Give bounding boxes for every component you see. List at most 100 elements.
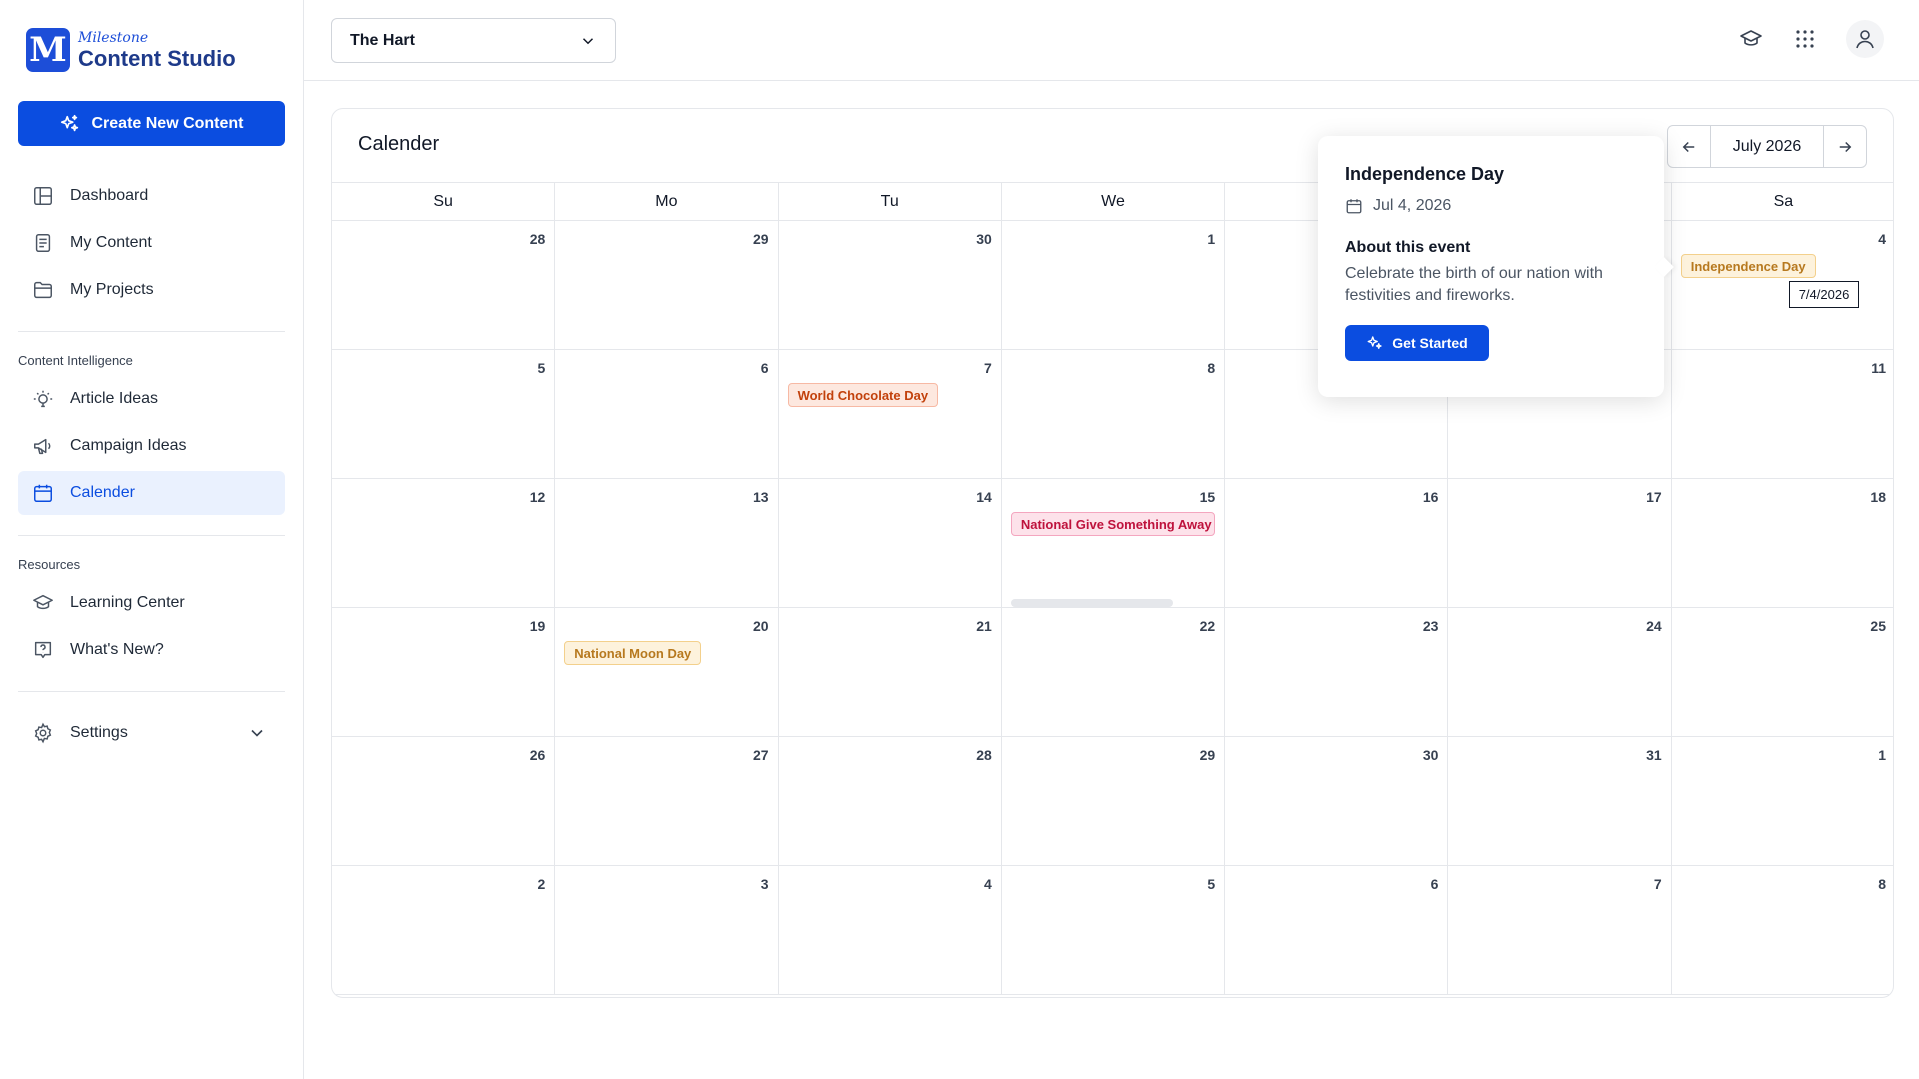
day-number: 5: [1207, 876, 1216, 892]
day-cell[interactable]: 14: [778, 479, 1002, 608]
sidebar-item-settings[interactable]: Settings: [18, 711, 285, 755]
arrow-right-icon: [1839, 141, 1852, 152]
day-cell[interactable]: 15 National Give Something Away Day: [1001, 479, 1226, 608]
day-cell[interactable]: 21: [778, 608, 1002, 737]
day-number: 1: [1207, 231, 1216, 247]
sidebar-item-learning-center[interactable]: Learning Center: [18, 581, 285, 625]
create-new-content-button[interactable]: Create New Content: [18, 101, 285, 146]
day-cell[interactable]: 28: [332, 221, 556, 350]
day-number: 18: [1870, 489, 1886, 505]
day-number: 31: [1646, 747, 1662, 763]
megaphone-icon: [32, 435, 54, 457]
day-cell[interactable]: 17: [1448, 479, 1672, 608]
day-cell[interactable]: 24: [1448, 608, 1672, 737]
sidebar-item-label: Learning Center: [70, 594, 185, 611]
day-cell[interactable]: 6: [1225, 866, 1449, 995]
day-cell[interactable]: 20 National Moon Day: [555, 608, 779, 737]
day-cell[interactable]: 18: [1671, 479, 1893, 608]
sidebar-item-label: My Content: [70, 234, 152, 251]
day-cell[interactable]: 4 Independence Day 7/4/2026: [1671, 221, 1893, 350]
learning-center-button[interactable]: [1732, 20, 1770, 58]
sidebar-item-calender[interactable]: Calender: [18, 471, 285, 515]
day-number: 29: [752, 231, 769, 247]
current-month-label: July 2026: [1710, 126, 1824, 167]
day-cell[interactable]: 2: [332, 866, 556, 995]
day-cell[interactable]: 25: [1671, 608, 1893, 737]
day-cell[interactable]: 13: [555, 479, 779, 608]
day-number: 6: [760, 360, 769, 376]
day-cell[interactable]: 11: [1671, 350, 1893, 479]
day-number: 14: [976, 489, 992, 505]
day-cell[interactable]: 8: [1671, 866, 1893, 995]
day-cell[interactable]: 7: [1448, 866, 1672, 995]
calendar-icon: [1346, 199, 1362, 214]
day-cell[interactable]: 6: [555, 350, 779, 479]
event-independence-day[interactable]: Independence Day: [1680, 254, 1816, 278]
day-number: 11: [1871, 360, 1886, 376]
weekday-header: Su: [332, 183, 556, 220]
popover-about-heading: About this event: [1345, 239, 1471, 256]
day-number: 22: [1199, 618, 1216, 634]
sidebar: M Milestone Content Studio Create New Co…: [0, 0, 304, 1079]
popover-title: Independence Day: [1345, 164, 1505, 184]
chevron-down-icon[interactable]: [247, 723, 267, 743]
day-cell[interactable]: 5: [1001, 866, 1226, 995]
day-number: 16: [1422, 489, 1439, 505]
day-cell[interactable]: 4: [778, 866, 1002, 995]
day-number: 28: [529, 231, 546, 247]
day-number: 4: [1878, 231, 1886, 247]
day-cell[interactable]: 23: [1225, 608, 1449, 737]
gear-icon: [32, 722, 54, 744]
site-selector-value: The Hart: [350, 31, 415, 49]
day-cell[interactable]: 1: [1001, 221, 1226, 350]
weekday-header: We: [1002, 183, 1226, 220]
help-icon: [32, 639, 54, 661]
weekday-header: Tu: [779, 183, 1002, 220]
day-cell[interactable]: 27: [555, 737, 779, 866]
day-cell[interactable]: 12: [332, 479, 556, 608]
day-cell[interactable]: 22: [1001, 608, 1226, 737]
day-cell[interactable]: 7 World Chocolate Day: [778, 350, 1002, 479]
sidebar-item-campaign-ideas[interactable]: Campaign Ideas: [18, 424, 285, 468]
event-national-moon-day[interactable]: National Moon Day: [564, 641, 702, 665]
sidebar-item-article-ideas[interactable]: Article Ideas: [18, 377, 285, 421]
user-avatar[interactable]: [1846, 20, 1884, 58]
day-cell[interactable]: 31: [1448, 737, 1672, 866]
event-world-chocolate-day[interactable]: World Chocolate Day: [787, 383, 939, 407]
sidebar-divider: [18, 691, 285, 692]
chevron-down-icon: [582, 38, 594, 45]
day-number: 25: [1870, 618, 1886, 634]
day-cell[interactable]: 8: [1001, 350, 1226, 479]
next-month-button[interactable]: [1824, 126, 1866, 167]
day-cell[interactable]: 16: [1225, 479, 1449, 608]
site-selector[interactable]: The Hart: [331, 18, 616, 63]
horizontal-scrollbar[interactable]: [1010, 599, 1173, 607]
logo-subtitle: Milestone: [78, 29, 149, 46]
day-cell[interactable]: 28: [778, 737, 1002, 866]
event-national-give-something-away-day[interactable]: National Give Something Away Day: [1010, 512, 1215, 536]
day-number: 12: [529, 489, 546, 505]
day-cell[interactable]: 26: [332, 737, 556, 866]
day-number: 19: [529, 618, 546, 634]
get-started-button[interactable]: Get Started: [1345, 325, 1489, 361]
day-cell[interactable]: 1: [1671, 737, 1893, 866]
day-cell[interactable]: 30: [778, 221, 1002, 350]
day-number: 13: [752, 489, 769, 505]
day-cell[interactable]: 29: [555, 221, 779, 350]
app-logo[interactable]: M Milestone Content Studio: [26, 28, 236, 72]
create-button-label: Create New Content: [91, 114, 244, 132]
popover-description: Celebrate the birth of our nation with f…: [1345, 265, 1603, 304]
day-cell[interactable]: 19: [332, 608, 556, 737]
prev-month-button[interactable]: [1668, 126, 1710, 167]
day-cell[interactable]: 30: [1225, 737, 1449, 866]
day-cell[interactable]: 5: [332, 350, 556, 479]
day-cell[interactable]: 29: [1001, 737, 1226, 866]
day-number: 2: [537, 876, 546, 892]
day-number: 15: [1199, 489, 1216, 505]
sidebar-item-dashboard[interactable]: Dashboard: [18, 174, 285, 218]
sidebar-item-my-projects[interactable]: My Projects: [18, 268, 285, 312]
sidebar-item-my-content[interactable]: My Content: [18, 221, 285, 265]
apps-menu-button[interactable]: [1786, 20, 1824, 58]
day-cell[interactable]: 3: [555, 866, 779, 995]
sidebar-item-whats-new[interactable]: What's New?: [18, 628, 285, 672]
